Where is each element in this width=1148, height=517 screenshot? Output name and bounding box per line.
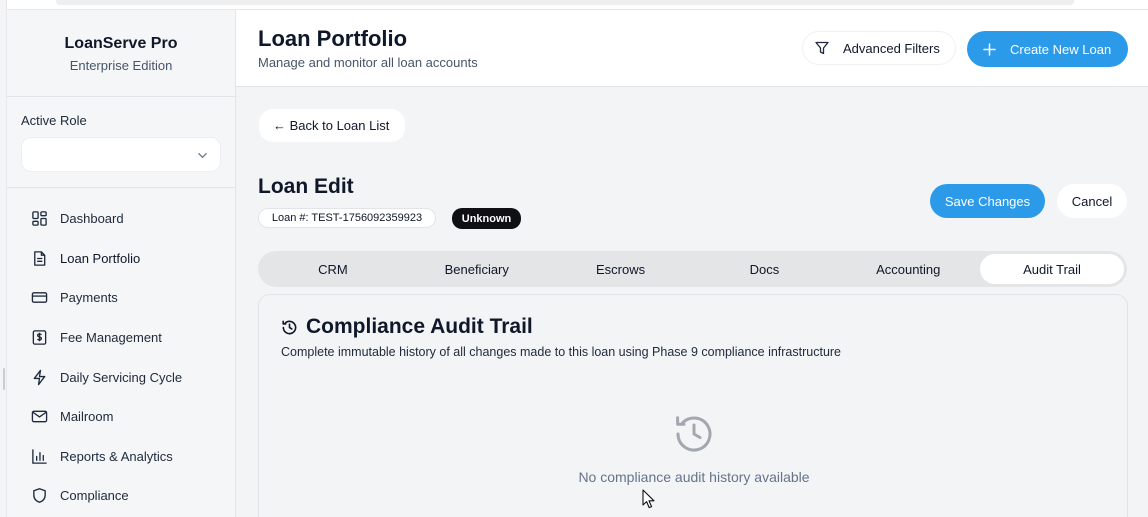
app-name: LoanServe Pro — [64, 35, 178, 52]
tab-escrows[interactable]: Escrows — [549, 254, 693, 284]
panel-description: Complete immutable history of all change… — [281, 345, 842, 359]
page-subtitle: Manage and monitor all loan accounts — [258, 55, 478, 70]
sidebar-item-label: Reports & Analytics — [60, 448, 173, 464]
page-header: Loan Portfolio Manage and monitor all lo… — [236, 10, 1148, 87]
tab-audit-trail[interactable]: Audit Trail — [980, 254, 1124, 284]
sidebar-item-mailroom[interactable]: Mailroom — [7, 397, 235, 437]
lightning-icon — [33, 369, 46, 385]
plus-icon — [983, 42, 996, 56]
advanced-filters-label: Advanced Filters — [843, 40, 940, 56]
sidebar-item-daily-servicing-cycle[interactable]: Daily Servicing Cycle — [7, 357, 235, 397]
role-section: Active Role — [7, 97, 235, 188]
empty-state-text: No compliance audit history available — [578, 469, 810, 485]
create-new-loan-button[interactable]: Create New Loan — [967, 31, 1128, 67]
sidebar-item-label: Mailroom — [60, 409, 114, 425]
mouse-cursor-icon — [642, 489, 655, 509]
sidebar-item-dashboard[interactable]: Dashboard — [7, 199, 235, 239]
dollar-receipt-icon — [32, 330, 47, 345]
role-label: Active Role — [21, 113, 87, 128]
mail-icon — [31, 410, 48, 423]
credit-card-icon — [31, 292, 48, 304]
loan-tabs: CRM Beneficiary Escrows Docs Accounting … — [258, 251, 1127, 287]
chevron-down-icon — [198, 153, 207, 158]
sidebar-item-fee-management[interactable]: Fee Management — [7, 318, 235, 358]
panel-title: Compliance Audit Trail — [281, 315, 533, 339]
history-empty-icon — [676, 416, 712, 452]
sidebar-item-label: Payments — [60, 290, 118, 306]
sidebar-item-label: Dashboard — [60, 211, 124, 227]
sidebar-item-payments[interactable]: Payments — [7, 278, 235, 318]
brand: LoanServe Pro Enterprise Edition — [7, 10, 235, 97]
sidebar-nav: Dashboard Loan Portfolio Payments Fee Ma… — [7, 188, 235, 516]
cancel-button[interactable]: Cancel — [1057, 184, 1127, 218]
tab-accounting[interactable]: Accounting — [836, 254, 980, 284]
app-edition: Enterprise Edition — [69, 58, 173, 73]
document-icon — [34, 251, 46, 266]
scroll-bar[interactable] — [56, 0, 1074, 5]
left-edge-gutter — [0, 0, 7, 517]
shield-icon — [33, 488, 46, 504]
back-to-loan-list-button[interactable]: ← Back to Loan List — [259, 109, 405, 142]
tab-beneficiary[interactable]: Beneficiary — [405, 254, 549, 284]
filter-icon — [815, 41, 829, 55]
sidebar-item-compliance[interactable]: Compliance — [7, 476, 235, 516]
sidebar-item-loan-portfolio[interactable]: Loan Portfolio — [7, 239, 235, 279]
create-new-loan-label: Create New Loan — [1010, 41, 1112, 57]
panel-title-text: Compliance Audit Trail — [306, 315, 533, 338]
sidebar-item-label: Daily Servicing Cycle — [60, 369, 183, 385]
role-select[interactable] — [21, 137, 221, 172]
sidebar-item-reports-analytics[interactable]: Reports & Analytics — [7, 437, 235, 477]
sidebar-item-label: Loan Portfolio — [60, 250, 141, 266]
bar-chart-icon — [32, 449, 47, 464]
status-badge: Unknown — [452, 208, 521, 229]
sidebar-item-label: Fee Management — [60, 330, 162, 346]
sidebar-item-label: Compliance — [60, 488, 129, 504]
tab-crm[interactable]: CRM — [261, 254, 405, 284]
history-icon — [282, 320, 297, 334]
loan-edit-title: Loan Edit — [258, 175, 354, 198]
resize-handle[interactable] — [3, 368, 5, 390]
dashboard-icon — [32, 211, 47, 227]
save-changes-button[interactable]: Save Changes — [930, 184, 1045, 218]
advanced-filters-button[interactable]: Advanced Filters — [802, 31, 956, 65]
loan-number-badge: Loan #: TEST-1756092359923 — [258, 208, 436, 228]
sidebar: LoanServe Pro Enterprise Edition Active … — [7, 10, 236, 517]
browser-top-strip — [0, 0, 1148, 10]
audit-trail-panel: Compliance Audit Trail Complete immutabl… — [258, 294, 1128, 517]
tab-docs[interactable]: Docs — [692, 254, 836, 284]
page-title: Loan Portfolio — [258, 26, 408, 51]
